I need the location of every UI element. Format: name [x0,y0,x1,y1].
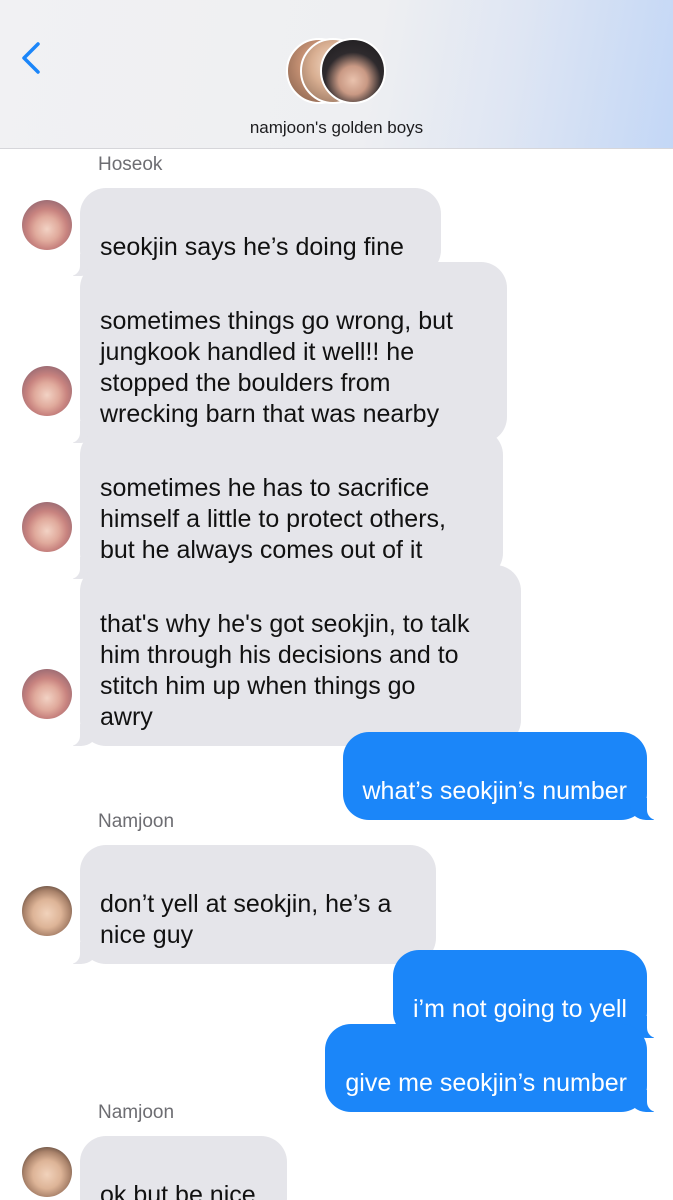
sender-name: Hoseok [98,154,163,175]
message-text: seokjin says he’s doing fine [100,233,404,261]
group-avatars[interactable] [286,38,388,108]
incoming-message[interactable]: that's why he's got seokjin, to talk him… [68,565,521,746]
incoming-message[interactable]: ok but be nice [80,1136,287,1200]
message-text: sometimes things go wrong, but jungkook … [100,307,453,428]
back-button[interactable] [14,36,54,80]
avatar-hoseok[interactable] [22,669,72,719]
group-member-avatar [320,38,386,104]
avatar-namjoon[interactable] [22,886,72,936]
outgoing-message[interactable]: give me seokjin’s number [325,1024,659,1112]
message-text: don’t yell at seokjin, he’s a nice guy [100,890,392,949]
group-name[interactable]: namjoon's golden boys [0,118,673,138]
message-text: ok but be nice [100,1181,256,1200]
chat-header: namjoon's golden boys [0,0,673,149]
sender-name: Namjoon [98,1102,175,1123]
message-text: what’s seokjin’s number [362,777,628,805]
incoming-message[interactable]: sometimes things go wrong, but jungkook … [68,262,507,443]
message-text: give me seokjin’s number [345,1069,627,1097]
chevron-left-icon [22,42,40,74]
avatar-hoseok[interactable] [22,200,72,250]
avatar-hoseok[interactable] [22,502,72,552]
incoming-message[interactable]: sometimes he has to sacrifice himself a … [68,429,503,579]
avatar-namjoon[interactable] [22,1147,72,1197]
imessage-group-chat: namjoon's golden boys Hoseok seokjin say… [0,0,673,1200]
avatar-hoseok[interactable] [22,366,72,416]
outgoing-message[interactable]: what’s seokjin’s number [342,732,659,820]
message-text: sometimes he has to sacrifice himself a … [100,474,446,564]
message-text: that's why he's got seokjin, to talk him… [100,610,470,731]
message-text: i’m not going to yell [412,995,627,1023]
sender-name: Namjoon [98,811,175,832]
incoming-message[interactable]: don’t yell at seokjin, he’s a nice guy [68,845,436,964]
